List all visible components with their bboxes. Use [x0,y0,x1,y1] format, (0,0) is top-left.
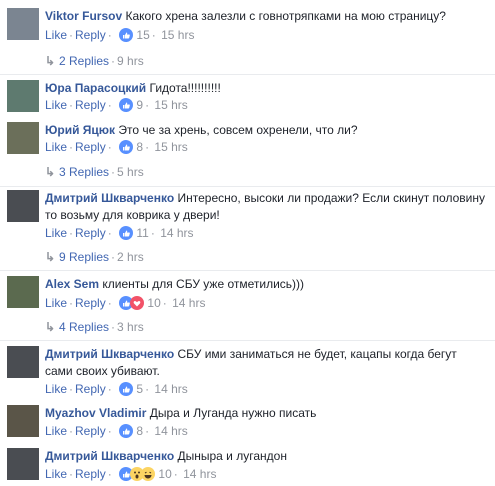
reply-button[interactable]: Reply [75,98,106,112]
like-icon[interactable] [119,382,134,399]
comment-text: Гидота!!!!!!!!!! [149,81,221,95]
comment-actions: Like · Reply · 8 · 14 hrs [45,424,188,441]
separator [0,186,495,187]
avatar[interactable] [7,448,39,480]
like-icon[interactable] [119,98,134,115]
reply-button[interactable]: Reply [75,382,106,396]
reaction-count[interactable]: 8 [136,140,143,154]
reply-button[interactable]: Reply [75,140,106,154]
comment-time[interactable]: 15 hrs [154,140,187,154]
comment-body: Дмитрий Шкварченко Интересно, высоки ли … [45,190,487,224]
reaction-count[interactable]: 10 [158,467,171,481]
comment-actions: Like · Reply · 8 · 15 hrs [45,140,188,157]
avatar[interactable] [7,276,39,308]
like-icon[interactable] [119,140,134,157]
avatar[interactable] [7,190,39,222]
avatar[interactable] [7,8,39,40]
comment-author[interactable]: Юрий Яцюк [45,123,115,137]
comment-actions: Like · Reply · 10 · 14 hrs [45,467,216,484]
reply-button[interactable]: Reply [75,296,106,310]
view-replies-link[interactable]: ↳ 3 Replies · 5 hrs [45,165,144,179]
avatar[interactable] [7,122,39,154]
comment-actions: Like · Reply · 11 · 14 hrs [45,226,194,243]
view-replies-link[interactable]: ↳ 9 Replies · 2 hrs [45,250,144,264]
reply-button[interactable]: Reply [75,28,106,42]
separator [0,340,495,341]
comment-body: Viktor Fursov Какого хрена залезли с гов… [45,8,487,25]
reaction-count[interactable]: 8 [136,424,143,438]
comment-actions: Like · Reply · 9 · 15 hrs [45,98,188,115]
like-button[interactable]: Like [45,98,67,112]
comment-time[interactable]: 15 hrs [161,28,194,42]
view-replies-link[interactable]: ↳ 2 Replies · 9 hrs [45,54,144,68]
comment-author[interactable]: Юра Парасоцкий [45,81,146,95]
comment-actions: Like · Reply · 15 · 15 hrs [45,28,194,45]
comment-author[interactable]: Alex Sem [45,277,99,291]
comment-author[interactable]: Myazhov Vladimir [45,406,146,420]
separator [0,270,495,271]
avatar[interactable] [7,346,39,378]
like-button[interactable]: Like [45,424,67,438]
reply-button[interactable]: Reply [75,467,106,481]
comment-text: Дыныра и лугандон [177,449,287,463]
comment-text: Какого хрена залезли с говнотряпками на … [125,9,446,23]
reply-arrow-icon: ↳ [45,54,56,68]
comment-author[interactable]: Дмитрий Шкварченко [45,191,174,205]
comment-actions: Like · Reply · 5 · 14 hrs [45,382,188,399]
comment-body: Дмитрий Шкварченко Дыныра и лугандон [45,448,487,465]
comment-text: Дыра и Луганда нужно писать [149,406,317,420]
comment-body: Юрий Яцюк Это че за хрень, совсем охрене… [45,122,487,139]
like-button[interactable]: Like [45,296,67,310]
comment-time[interactable]: 14 hrs [172,296,205,310]
comment-time[interactable]: 14 hrs [154,382,187,396]
comment-time[interactable]: 14 hrs [160,226,193,240]
comment-body: Дмитрий Шкварченко СБУ ими заниматься не… [45,346,487,380]
comment-body: Myazhov Vladimir Дыра и Луганда нужно пи… [45,405,487,422]
avatar[interactable] [7,80,39,112]
comment-author[interactable]: Дмитрий Шкварченко [45,347,174,361]
reaction-count[interactable]: 5 [136,382,143,396]
like-button[interactable]: Like [45,28,67,42]
like-button[interactable]: Like [45,226,67,240]
like-button[interactable]: Like [45,382,67,396]
reply-button[interactable]: Reply [75,226,106,240]
comment-text: клиенты для СБУ уже отметились))) [102,277,305,291]
reply-button[interactable]: Reply [75,424,106,438]
view-replies-link[interactable]: ↳ 4 Replies · 3 hrs [45,320,144,334]
like-button[interactable]: Like [45,467,67,481]
comment-author[interactable]: Дмитрий Шкварченко [45,449,174,463]
like-icon[interactable] [119,424,134,441]
reaction-count[interactable]: 9 [136,98,143,112]
reply-arrow-icon: ↳ [45,250,56,264]
love-icon[interactable] [130,296,145,313]
separator [0,74,495,75]
haha-icon[interactable] [141,467,156,484]
comment-author[interactable]: Viktor Fursov [45,9,122,23]
comment-time[interactable]: 14 hrs [154,424,187,438]
avatar[interactable] [7,405,39,437]
comment-text: Это че за хрень, совсем охренели, что ли… [118,123,358,137]
comment-time[interactable]: 15 hrs [154,98,187,112]
reaction-count[interactable]: 11 [136,226,148,240]
comment-body: Alex Sem клиенты для СБУ уже отметились)… [45,276,487,293]
like-button[interactable]: Like [45,140,67,154]
reply-arrow-icon: ↳ [45,165,56,179]
reply-arrow-icon: ↳ [45,320,56,334]
reaction-count[interactable]: 15 [136,28,149,42]
reaction-count[interactable]: 10 [147,296,160,310]
like-icon[interactable] [119,226,134,243]
like-icon[interactable] [119,28,134,45]
comment-time[interactable]: 14 hrs [183,467,216,481]
comment-body: Юра Парасоцкий Гидота!!!!!!!!!! [45,80,487,97]
comment-actions: Like · Reply · 10 · 14 hrs [45,296,205,313]
